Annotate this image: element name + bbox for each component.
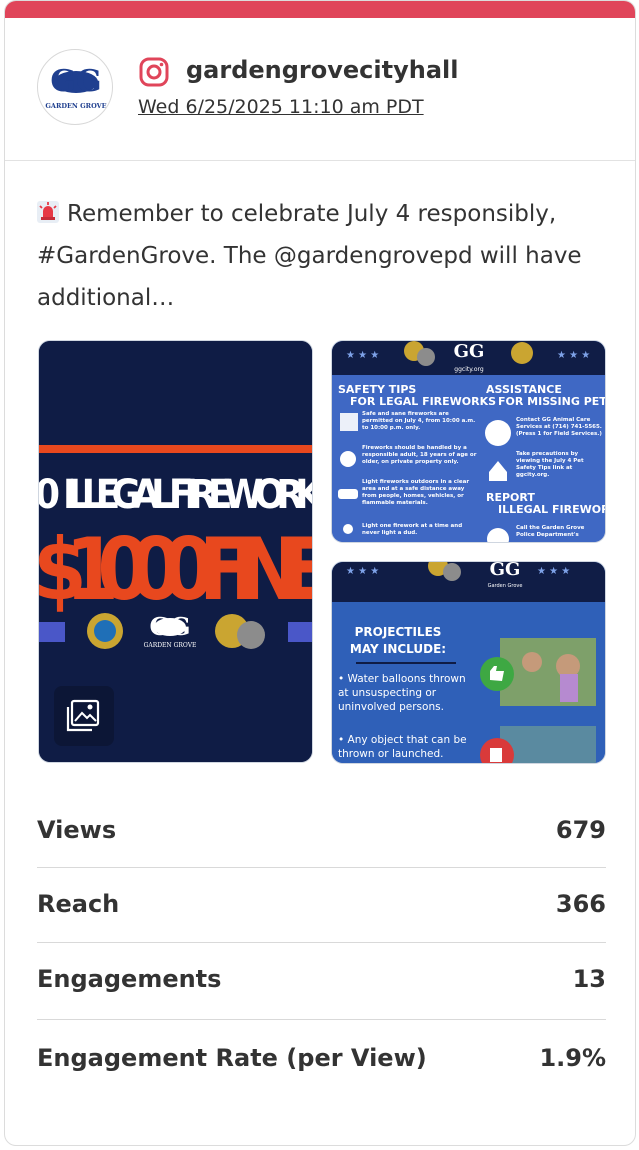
gallery-icon <box>66 699 100 732</box>
main-logo-letters: GG <box>150 612 191 641</box>
post-caption: Remember to celebrate July 4 responsibly… <box>37 193 597 319</box>
post-timestamp-link[interactable]: Wed 6/25/2025 11:10 am PDT <box>138 96 424 118</box>
metric-row: Views 679 <box>37 794 606 868</box>
main-line2: $1000 FINE <box>39 520 313 620</box>
metric-label: Engagements <box>37 965 222 993</box>
third-logo-caption: Garden Grove <box>488 583 523 589</box>
caption-text: Remember to celebrate July 4 responsibly… <box>37 201 582 311</box>
main-line1: ILLEGAL FIREWORK <box>63 472 313 518</box>
metric-value: 1.9% <box>539 1044 606 1072</box>
avatar-logo-text: GG <box>50 64 101 99</box>
post-header: GG GARDEN GROVE gardengrovecityhall Wed … <box>5 18 635 161</box>
metrics-table: Views 679 Reach 366 Engagements 13 Engag… <box>37 794 606 1100</box>
svg-text:★ ★ ★: ★ ★ ★ <box>557 350 590 361</box>
projectiles-graphic: ★ ★ ★ ★ ★ ★ GG Garden Grove PROJECTILES M… <box>332 562 605 763</box>
gallery-button[interactable] <box>54 686 114 746</box>
metric-value: 366 <box>555 890 606 918</box>
second-pet2: Take precautions by viewing the July 4 P… <box>516 451 584 478</box>
avatar-logo-caption: GARDEN GROVE <box>45 102 106 110</box>
main-logo-caption: GARDEN GROVE <box>144 642 197 649</box>
safety-tips-graphic: ★ ★ ★ ★ ★ ★ GG ggcity.org SAFETY TIPS FOR… <box>332 341 605 542</box>
metric-row: Reach 366 <box>37 868 606 943</box>
avatar[interactable]: GG GARDEN GROVE <box>37 49 113 125</box>
svg-text:★ ★ ★: ★ ★ ★ <box>537 566 570 577</box>
third-item2: • Any object that can be thrown or launc… <box>338 734 467 760</box>
second-pet1: Contact GG Animal Care Services at (714)… <box>516 417 602 437</box>
third-logo-letters: GG <box>490 562 521 580</box>
second-tip4: Light one firework at a time and never l… <box>362 523 463 536</box>
second-tip1: Safe and sane fireworks are permitted on… <box>362 411 476 431</box>
svg-text:★ ★ ★: ★ ★ ★ <box>346 566 379 577</box>
post-card: GG GARDEN GROVE gardengrovecityhall Wed … <box>4 0 636 1146</box>
metric-row: Engagement Rate (per View) 1.9% <box>37 1020 606 1100</box>
instagram-icon <box>139 57 169 87</box>
second-site: ggcity.org <box>454 366 484 373</box>
metric-label: Engagement Rate (per View) <box>37 1044 427 1072</box>
metric-label: Views <box>37 816 117 844</box>
rotating-light-icon <box>37 201 59 223</box>
accent-bar <box>5 1 635 18</box>
svg-text:★ ★ ★: ★ ★ ★ <box>346 350 379 361</box>
second-tip2: Fireworks should be handled by a respons… <box>362 445 477 465</box>
second-tip3: Light fireworks outdoors in a clear area… <box>362 479 470 506</box>
metric-row: Engagements 13 <box>37 943 606 1020</box>
main-partial-char: 0 <box>39 472 60 518</box>
media-image-third[interactable]: ★ ★ ★ ★ ★ ★ GG Garden Grove PROJECTILES M… <box>331 561 606 764</box>
garden-grove-logo: GG GARDEN GROVE <box>45 64 106 110</box>
third-item1: • Water balloons thrown at unsuspecting … <box>338 673 466 713</box>
metric-value: 679 <box>555 816 606 844</box>
second-report1: Call the Garden Grove Police Department'… <box>516 525 585 538</box>
second-logo-letters: GG <box>454 341 485 362</box>
media-image-second[interactable]: ★ ★ ★ ★ ★ ★ GG ggcity.org SAFETY TIPS FOR… <box>331 340 606 543</box>
account-username[interactable]: gardengrovecityhall <box>186 56 458 84</box>
metric-value: 13 <box>572 965 606 993</box>
metric-label: Reach <box>37 890 120 918</box>
